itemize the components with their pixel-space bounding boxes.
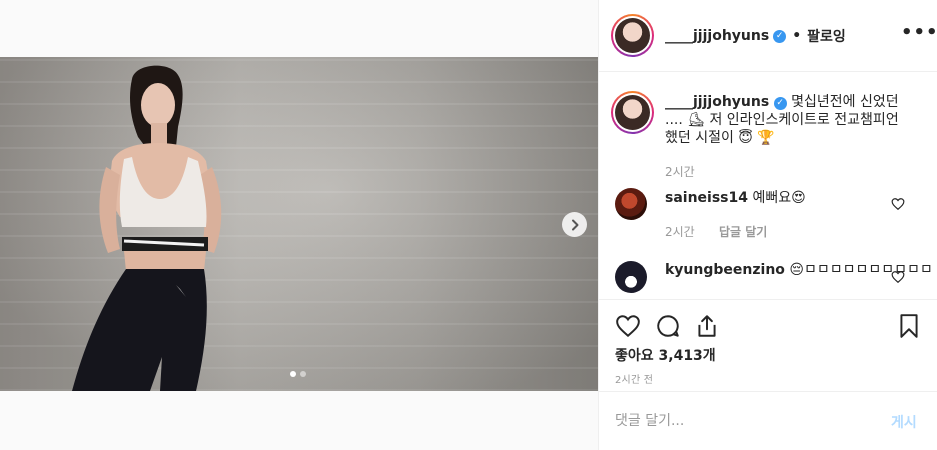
post-timestamp[interactable]: 2시간 전 — [615, 371, 653, 386]
carousel-dot-active — [290, 371, 296, 377]
comment-body: 😔ㅁㅁㅁㅁㅁㅁㅁㅁㅁㅁ — [789, 262, 933, 278]
reply-button[interactable]: 답글 달기 — [719, 223, 767, 240]
verified-badge-icon: ✓ — [773, 29, 787, 43]
header-username[interactable]: ____jjjjohyuns — [665, 28, 769, 44]
caption-username[interactable]: ____jjjjohyuns — [665, 94, 769, 110]
chevron-right-icon — [571, 219, 578, 230]
caption-avatar-image — [615, 95, 650, 130]
caption: ____jjjjohyuns ✓ 몇십년전에 신었던 .... ⛸ 저 인라인스… — [665, 93, 915, 147]
post-actions: 좋아요 3,413개 2시간 전 — [599, 299, 937, 391]
comment-avatar[interactable] — [615, 188, 647, 220]
comment-bubble-icon[interactable] — [655, 313, 681, 339]
avatar-image — [615, 18, 650, 53]
comment-avatar[interactable] — [615, 261, 647, 293]
comment-input[interactable] — [615, 412, 875, 430]
post-media[interactable] — [0, 57, 598, 391]
post-sidebar: ____jjjjohyuns ✓ • 팔로잉 ••• ____jjjjohyun… — [598, 0, 937, 450]
comment-item: saineiss14 예뻐요😍 — [665, 189, 806, 207]
comment-like-heart-icon[interactable] — [891, 270, 905, 284]
comment-username[interactable]: kyungbeenzino — [665, 262, 785, 278]
caption-avatar-border — [613, 93, 652, 132]
like-heart-icon[interactable] — [615, 313, 641, 339]
avatar-border — [613, 16, 652, 55]
header-user-row: ____jjjjohyuns ✓ • 팔로잉 — [665, 26, 846, 46]
post-comment-button[interactable]: 게시 — [891, 412, 917, 432]
profile-avatar[interactable] — [611, 14, 654, 57]
caption-time: 2시간 — [665, 165, 695, 179]
bookmark-icon[interactable] — [896, 313, 922, 339]
more-options-icon[interactable]: ••• — [901, 24, 937, 42]
comments-section[interactable]: ____jjjjohyuns ✓ 몇십년전에 신었던 .... ⛸ 저 인라인스… — [599, 73, 937, 299]
comment-time: 2시간 — [665, 225, 695, 239]
comment-body: 예뻐요😍 — [752, 190, 806, 206]
caption-avatar[interactable] — [611, 91, 654, 134]
separator-dot: • — [792, 28, 802, 44]
carousel-indicator — [290, 371, 306, 377]
add-comment-section: 게시 — [599, 391, 937, 450]
carousel-dot — [300, 371, 306, 377]
likes-count[interactable]: 좋아요 3,413개 — [615, 345, 716, 365]
woman-photo — [72, 65, 222, 391]
verified-badge-icon: ✓ — [773, 96, 787, 110]
comment-username[interactable]: saineiss14 — [665, 190, 748, 206]
share-icon[interactable] — [694, 313, 720, 339]
post-header: ____jjjjohyuns ✓ • 팔로잉 ••• — [599, 0, 937, 72]
following-button[interactable]: 팔로잉 — [807, 26, 846, 46]
next-slide-button[interactable] — [562, 212, 587, 237]
instagram-post: ____jjjjohyuns ✓ • 팔로잉 ••• ____jjjjohyun… — [0, 0, 937, 450]
comment-like-heart-icon[interactable] — [891, 197, 905, 211]
